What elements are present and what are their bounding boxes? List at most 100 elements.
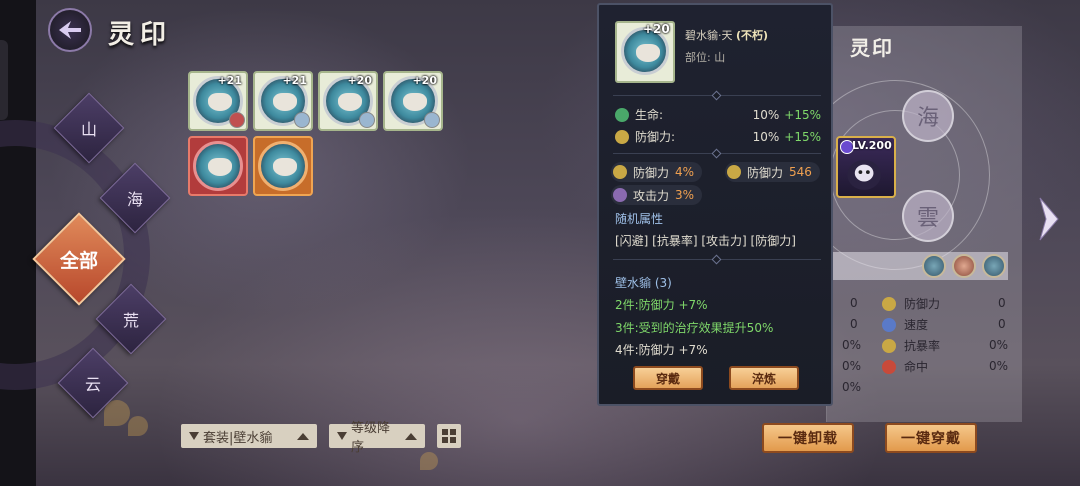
set-emblem-icon [229,112,245,128]
equip-button[interactable]: 穿戴 [633,366,703,390]
seal-level: +20 [412,74,437,87]
main-stat-defense: 防御力: 10% +15% [615,128,821,145]
stat-value: 10% [752,129,780,144]
set-bonus-4: 4件:防御力 +7% [615,341,708,358]
character-card[interactable]: LV.200 [836,136,896,198]
main-stat-hp: 生命: 10% +15% [615,106,821,123]
seal-item[interactable]: +20 [383,71,443,131]
stat-value: 0% [989,359,1009,373]
sub-stat-chip: 防御力 4% [611,162,703,182]
slot-cloud[interactable]: 雲 [902,190,954,242]
stat-name: 防御力 [904,297,941,311]
seal-beast-icon [258,141,308,191]
panel-title: 灵印 [850,36,894,60]
refine-button[interactable]: 淬炼 [729,366,799,390]
random-attrs-title: 随机属性 [615,212,664,226]
sub-stat-chip: 攻击力 3% [611,185,703,205]
ginkgo-leaf-icon [128,416,148,436]
stat-value-left: 0% [842,380,862,394]
set-emblem-icon [424,112,440,128]
stat-value: 3% [675,188,695,202]
equipped-set-bar [826,252,1008,280]
seal-item[interactable] [188,136,248,196]
stat-name: 速度 [904,318,929,332]
filter-icon [337,432,347,440]
stat-row-crit-resist: 抗暴率 [882,337,940,354]
shield-icon [613,165,627,179]
seal-item[interactable]: +21 [253,71,313,131]
back-arrow-icon [59,21,81,39]
seal-detail-level: +20 [643,22,670,36]
slot-sea[interactable]: 海 [902,90,954,142]
next-arrow-icon[interactable] [1036,196,1062,242]
stat-bonus: +15% [784,129,821,144]
category-cloud[interactable]: 云 [68,358,118,408]
stat-value-left: 0 [850,296,858,310]
category-wild[interactable]: 荒 [106,294,156,344]
unequip-all-button[interactable]: 一键卸载 [762,423,854,453]
stat-name: 命中 [904,360,929,374]
stat-name: 防御力: [635,130,676,144]
sword-icon [613,188,627,202]
seal-level: +20 [347,74,372,87]
filter-icon [189,432,199,440]
left-notch [0,40,8,120]
seal-item[interactable] [253,136,313,196]
set-icon[interactable] [922,254,946,278]
page-title: 灵印 [108,20,173,50]
equip-all-button[interactable]: 一键穿戴 [885,423,977,453]
random-attrs-list: [闪避] [抗暴率] [攻击力] [防御力] [615,234,796,248]
set-icon[interactable] [982,254,1006,278]
caret-up-icon [405,432,417,440]
stat-value-left: 0 [850,317,858,331]
set-filter-label: 套装|壁水貐 [203,430,273,446]
stat-row-speed: 速度 [882,316,928,333]
target-icon [882,359,896,374]
seal-item[interactable]: +20 [318,71,378,131]
stat-value: 546 [789,165,812,179]
stat-name: 生命: [635,108,664,122]
set-filter-dropdown[interactable]: 套装|壁水貐 [181,424,317,448]
seal-position: 部位: 山 [685,51,726,64]
set-emblem-icon [359,112,375,128]
sort-filter-dropdown[interactable]: 等级降序 [329,421,425,455]
grid-icon [442,429,448,435]
ginkgo-leaf-icon [420,452,438,470]
stat-value: 0 [998,317,1006,331]
seal-item[interactable]: +21 [188,71,248,131]
set-bonus-2: 2件:防御力 +7% [615,298,708,312]
divider-gem-icon [711,254,722,265]
shield-icon [615,129,629,144]
seal-detail-popup: +20 碧水貐·天 (不朽) 部位: 山 生命: 10% +15% 防御力: 1… [597,3,833,406]
stat-value: 0 [998,296,1006,310]
category-all[interactable]: 全部 [46,226,112,292]
stat-row-defense: 防御力 [882,295,940,312]
stat-value: 4% [675,165,695,179]
stat-value-left: 0% [842,359,862,373]
stat-value: 10% [752,107,780,122]
shield-icon [882,296,896,311]
set-bonus-4-value: +7% [678,343,708,357]
grid-icon [450,437,456,443]
category-mountain[interactable]: 山 [64,103,114,153]
set-emblem-icon [294,112,310,128]
sub-stat-chip: 防御力 546 [725,162,820,182]
seal-beast-icon [193,141,243,191]
caret-up-icon [297,432,309,440]
back-button[interactable] [48,8,92,52]
stat-row-accuracy: 命中 [882,358,928,375]
grid-view-button[interactable] [437,424,461,448]
seal-level: +21 [217,74,242,87]
category-sea[interactable]: 海 [110,173,160,223]
set-icon[interactable] [952,254,976,278]
character-portrait-icon [847,160,881,190]
crit-resist-icon [882,338,896,353]
stat-name: 攻击力 [633,188,670,203]
sort-filter-label: 等级降序 [351,421,391,455]
seal-quality: (不朽) [736,29,769,42]
divider-gem-icon [711,90,722,101]
character-level: LV.200 [852,139,892,152]
seal-level: +21 [282,74,307,87]
seal-name: 碧水貐·天 [685,29,733,42]
stat-name: 抗暴率 [904,339,941,353]
